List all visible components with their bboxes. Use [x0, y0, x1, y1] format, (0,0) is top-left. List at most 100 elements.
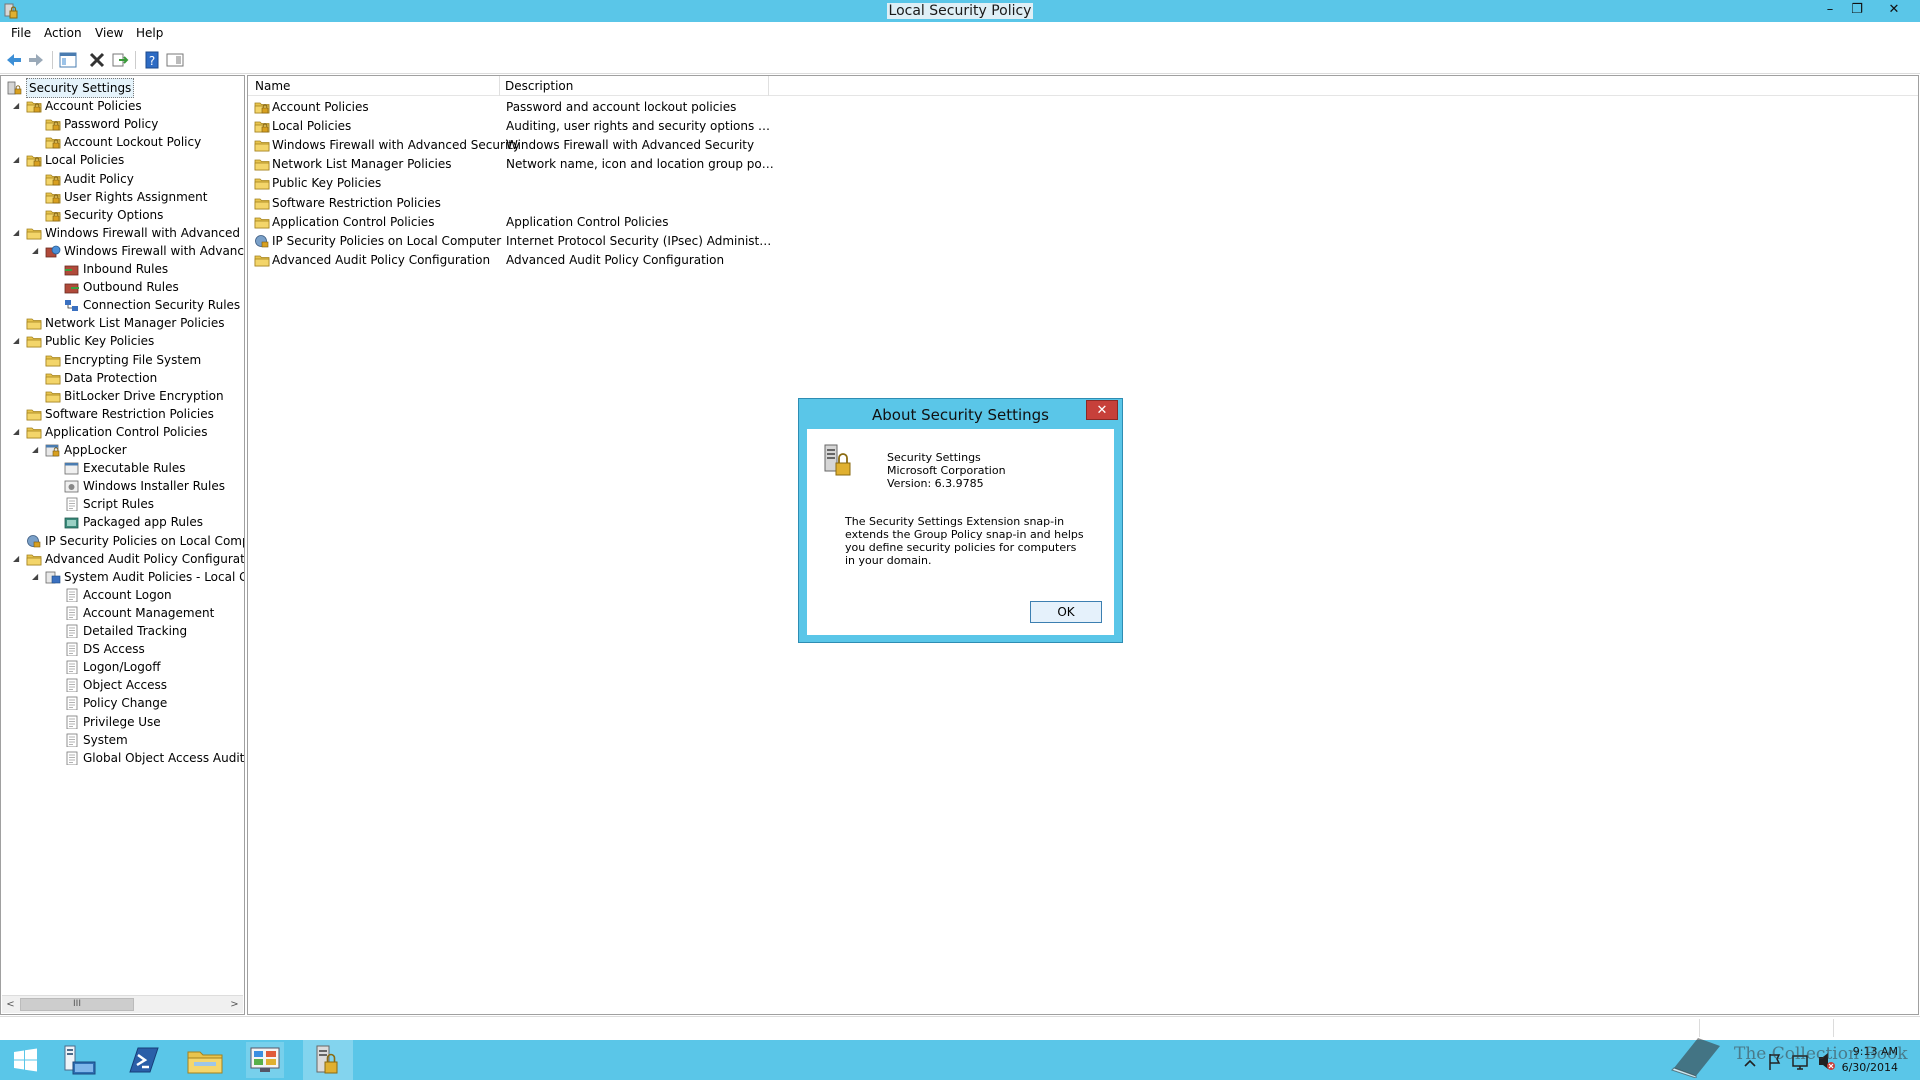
delete-icon[interactable] [87, 50, 107, 70]
show-action-pane-icon[interactable] [165, 50, 185, 70]
column-divider[interactable] [499, 76, 500, 96]
tree-item[interactable]: User Rights Assignment [1, 188, 243, 206]
dialog-close-button[interactable]: ✕ [1086, 400, 1118, 420]
tree-item-label: Encrypting File System [64, 352, 202, 367]
tree-expander-icon[interactable]: ◢ [32, 568, 42, 586]
local-security-policy-task-icon[interactable] [303, 1040, 353, 1080]
dialog-description: The Security Settings Extension snap-in … [845, 515, 1084, 567]
list-item-name: Windows Firewall with Advanced Security [272, 138, 521, 153]
tree-item[interactable]: Security Settings [1, 78, 243, 98]
ok-button[interactable]: OK [1030, 601, 1102, 623]
list-item[interactable]: Local Policies Auditing, user rights and … [248, 117, 1918, 136]
tree-item[interactable]: Password Policy [1, 115, 243, 133]
tree-item[interactable]: System [1, 731, 243, 749]
help-icon[interactable]: ? [142, 50, 162, 70]
tree-item[interactable]: ◢ Windows Firewall with Advanced Secu [1, 224, 244, 242]
policy-doc-icon [66, 696, 78, 711]
tree-item[interactable]: ◢ Application Control Policies [1, 423, 243, 441]
scroll-right-icon[interactable]: > [226, 996, 243, 1013]
tree-expander-icon[interactable]: ◢ [13, 332, 23, 350]
tree-item[interactable]: Account Logon [1, 586, 243, 604]
console-tree: Security Settings ◢ Account Policies Passwo… [0, 75, 245, 1015]
server-manager-icon[interactable] [56, 1040, 106, 1080]
tree-item[interactable]: ◢ Windows Firewall with Advanced [1, 242, 244, 260]
tree-item[interactable]: DS Access [1, 640, 243, 658]
list-item[interactable]: Network List Manager Policies Network nam… [248, 155, 1918, 174]
tree-item[interactable]: Policy Change [1, 694, 243, 712]
list-item[interactable]: Windows Firewall with Advanced Security W… [248, 136, 1918, 155]
tree-item-label: Password Policy [64, 117, 159, 132]
tree-item[interactable]: ◢ Account Policies [1, 97, 243, 115]
tree-item-label: Advanced Audit Policy Configuration [45, 551, 245, 566]
tree-item[interactable]: Account Management [1, 604, 243, 622]
show-hide-console-tree-icon[interactable] [58, 50, 78, 70]
tree-expander-icon[interactable]: ◢ [13, 550, 23, 568]
tree-item[interactable]: ◢ System Audit Policies - Local Grou [1, 568, 244, 586]
tree-item[interactable]: Detailed Tracking [1, 622, 243, 640]
menu-help[interactable]: Help [136, 26, 163, 40]
column-divider[interactable] [768, 76, 769, 96]
tree-item[interactable]: ◢ Local Policies [1, 151, 243, 169]
tree-item[interactable]: ◢ Public Key Policies [1, 332, 243, 350]
list-item[interactable]: Application Control Policies Application … [248, 213, 1918, 232]
tree-item[interactable]: Packaged app Rules [1, 513, 243, 531]
tree-item[interactable]: Script Rules [1, 495, 243, 513]
tree-expander-icon[interactable]: ◢ [13, 97, 23, 115]
tree-item-label: Connection Security Rules [83, 298, 241, 313]
list-item[interactable]: Public Key Policies [248, 174, 1918, 193]
list-item[interactable]: Advanced Audit Policy Configuration Advan… [248, 251, 1918, 270]
tree-item-label: Security Options [64, 207, 164, 222]
tree-item[interactable]: Connection Security Rules [1, 296, 243, 314]
forward-arrow-icon[interactable] [26, 50, 46, 70]
scrollbar-thumb[interactable]: III [20, 998, 134, 1011]
tree-item[interactable]: Software Restriction Policies [1, 405, 243, 423]
restore-button[interactable]: ❐ [1843, 0, 1871, 20]
menu-file[interactable]: File [11, 26, 31, 40]
tree-expander-icon[interactable]: ◢ [32, 242, 42, 260]
tree-item[interactable]: Network List Manager Policies [1, 314, 243, 332]
export-list-icon[interactable] [110, 50, 130, 70]
tree-item[interactable]: Privilege Use [1, 713, 243, 731]
tree-horizontal-scrollbar[interactable]: < III > [2, 995, 243, 1013]
tree-item[interactable]: Logon/Logoff [1, 658, 243, 676]
ipsec-icon [255, 234, 269, 247]
tree-item[interactable]: BitLocker Drive Encryption [1, 387, 243, 405]
tree-item[interactable]: IP Security Policies on Local Compute [1, 532, 244, 550]
list-item[interactable]: Software Restriction Policies [248, 194, 1918, 213]
minimize-button[interactable]: – [1816, 0, 1844, 20]
list-item[interactable]: Account Policies Password and account loc… [248, 98, 1918, 117]
tree-expander-icon[interactable]: ◢ [13, 151, 23, 169]
tree-item[interactable]: Security Options [1, 206, 243, 224]
tree-item[interactable]: Audit Policy [1, 170, 243, 188]
scroll-left-icon[interactable]: < [2, 996, 19, 1013]
tree-item[interactable]: Executable Rules [1, 459, 243, 477]
menu-action[interactable]: Action [44, 26, 82, 40]
folder-icon [254, 178, 270, 190]
tree-item[interactable]: Object Access [1, 676, 243, 694]
tree-item[interactable]: Global Object Access Auditing [1, 749, 244, 767]
tree-expander-icon[interactable]: ◢ [32, 441, 42, 459]
control-panel-icon[interactable] [240, 1040, 290, 1080]
start-windows-icon[interactable] [0, 1040, 50, 1080]
tree-item[interactable]: Data Protection [1, 369, 243, 387]
tree-item[interactable]: Outbound Rules [1, 278, 243, 296]
tree-expander-icon[interactable]: ◢ [13, 423, 23, 441]
powershell-icon[interactable] [118, 1040, 168, 1080]
tree-item[interactable]: ◢ Advanced Audit Policy Configuration [1, 550, 245, 568]
tree-item[interactable]: Account Lockout Policy [1, 133, 243, 151]
column-header-description[interactable]: Description [505, 79, 573, 93]
tree-item[interactable]: Encrypting File System [1, 351, 243, 369]
toolbar-separator [135, 51, 136, 69]
policy-doc-icon [66, 733, 78, 747]
tree-item[interactable]: Windows Installer Rules [1, 477, 243, 495]
list-item[interactable]: IP Security Policies on Local Computer In… [248, 232, 1918, 251]
tree-item[interactable]: ◢ AppLocker [1, 441, 243, 459]
back-arrow-icon[interactable] [4, 50, 24, 70]
tree-item[interactable]: Inbound Rules [1, 260, 243, 278]
file-explorer-icon[interactable] [180, 1040, 230, 1080]
folder-lock-icon [45, 210, 61, 222]
menu-view[interactable]: View [95, 26, 123, 40]
column-header-name[interactable]: Name [255, 79, 290, 93]
tree-expander-icon[interactable]: ◢ [13, 224, 23, 242]
close-window-button[interactable]: ✕ [1880, 0, 1908, 20]
